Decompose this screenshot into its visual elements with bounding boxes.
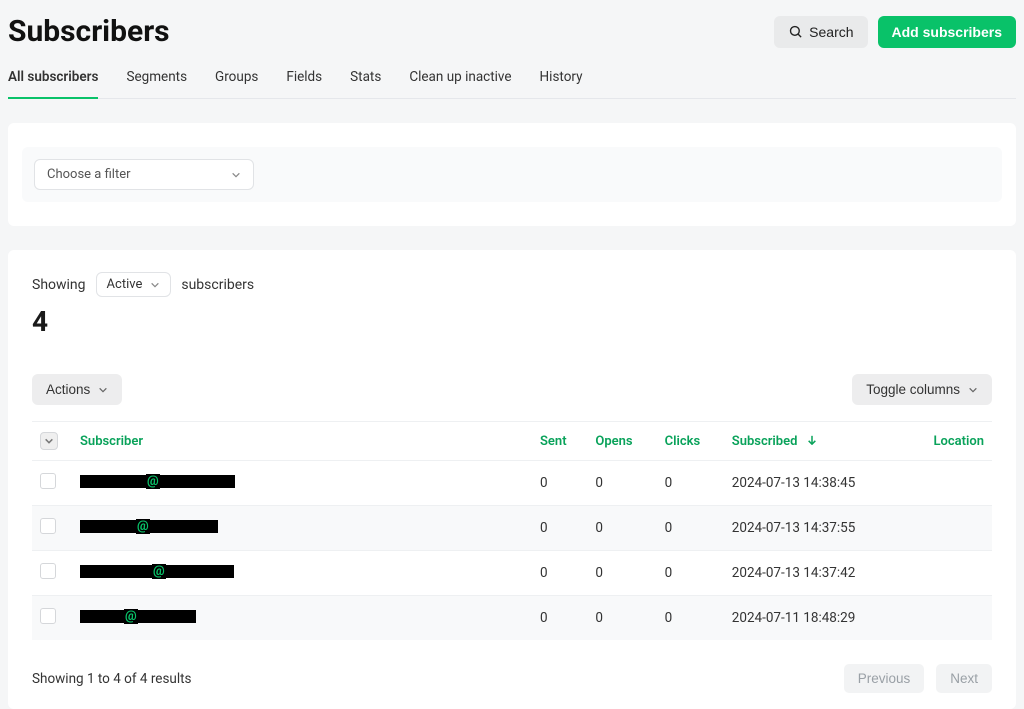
tabs-nav: All subscribers Segments Groups Fields Stats… — [8, 59, 1016, 99]
opens-cell: 0 — [587, 461, 656, 506]
page-title: Subscribers — [8, 14, 170, 49]
status-select[interactable]: Active — [96, 272, 172, 297]
toggle-columns-label: Toggle columns — [866, 382, 960, 397]
filter-card: Choose a filter — [8, 123, 1016, 226]
table-row: @0002024-07-13 14:37:42 — [32, 551, 992, 596]
chevron-down-icon — [231, 170, 241, 180]
location-cell — [905, 461, 992, 506]
redacted-domain-part — [150, 520, 218, 533]
col-clicks[interactable]: Clicks — [657, 422, 724, 461]
sent-cell: 0 — [532, 461, 587, 506]
tab-history[interactable]: History — [540, 59, 583, 99]
chevron-down-icon — [968, 385, 978, 395]
select-all-checkbox[interactable] — [40, 432, 58, 450]
chevron-down-icon — [44, 436, 54, 446]
col-opens[interactable]: Opens — [587, 422, 656, 461]
sent-cell: 0 — [532, 596, 587, 641]
subscribed-cell: 2024-07-11 18:48:29 — [724, 596, 906, 641]
subscriber-cell[interactable]: @ — [72, 551, 532, 596]
opens-cell: 0 — [587, 506, 656, 551]
redacted-domain-part — [160, 475, 235, 488]
add-subscribers-button[interactable]: Add subscribers — [878, 16, 1016, 48]
redacted-local-part — [80, 520, 136, 533]
at-symbol: @ — [146, 474, 160, 489]
header-actions: Search Add subscribers — [774, 16, 1016, 48]
subscribers-table: Subscriber Sent Opens Clicks Subscribed … — [32, 421, 992, 640]
toggle-columns-button[interactable]: Toggle columns — [852, 374, 992, 405]
showing-suffix: subscribers — [181, 277, 254, 293]
subscribed-cell: 2024-07-13 14:38:45 — [724, 461, 906, 506]
col-location[interactable]: Location — [905, 422, 992, 461]
sent-cell: 0 — [532, 551, 587, 596]
actions-label: Actions — [46, 382, 90, 397]
tab-clean-up-inactive[interactable]: Clean up inactive — [409, 59, 511, 99]
table-row: @0002024-07-11 18:48:29 — [32, 596, 992, 641]
redacted-local-part — [80, 610, 124, 623]
tab-all-subscribers[interactable]: All subscribers — [8, 59, 98, 99]
row-checkbox[interactable] — [40, 608, 56, 624]
pager: Previous Next — [844, 664, 992, 693]
at-symbol: @ — [152, 564, 166, 579]
tab-stats[interactable]: Stats — [350, 59, 381, 99]
sent-cell: 0 — [532, 506, 587, 551]
filter-placeholder: Choose a filter — [47, 167, 131, 182]
redacted-local-part — [80, 565, 152, 578]
results-text: Showing 1 to 4 of 4 results — [32, 671, 192, 687]
table-row: @0002024-07-13 14:37:55 — [32, 506, 992, 551]
subscriber-count: 4 — [32, 305, 992, 338]
location-cell — [905, 596, 992, 641]
search-icon — [788, 24, 803, 39]
sort-desc-icon — [807, 434, 817, 449]
search-button-label: Search — [809, 24, 853, 40]
table-row: @0002024-07-13 14:38:45 — [32, 461, 992, 506]
chevron-down-icon — [98, 385, 108, 395]
row-checkbox[interactable] — [40, 473, 56, 489]
tab-groups[interactable]: Groups — [215, 59, 258, 99]
showing-prefix: Showing — [32, 277, 86, 293]
subscribed-cell: 2024-07-13 14:37:42 — [724, 551, 906, 596]
location-cell — [905, 506, 992, 551]
at-symbol: @ — [124, 609, 138, 624]
row-checkbox[interactable] — [40, 563, 56, 579]
actions-button[interactable]: Actions — [32, 374, 122, 405]
redacted-domain-part — [166, 565, 234, 578]
filter-inner: Choose a filter — [22, 147, 1002, 202]
chevron-down-icon — [150, 280, 160, 290]
tab-segments[interactable]: Segments — [126, 59, 187, 99]
opens-cell: 0 — [587, 551, 656, 596]
clicks-cell: 0 — [657, 596, 724, 641]
next-button[interactable]: Next — [936, 664, 992, 693]
col-subscribed-label: Subscribed — [732, 434, 798, 449]
redacted-local-part — [80, 475, 146, 488]
col-sent[interactable]: Sent — [532, 422, 587, 461]
row-checkbox[interactable] — [40, 518, 56, 534]
clicks-cell: 0 — [657, 506, 724, 551]
filter-select[interactable]: Choose a filter — [34, 159, 254, 190]
opens-cell: 0 — [587, 596, 656, 641]
tab-fields[interactable]: Fields — [286, 59, 322, 99]
subscriber-cell[interactable]: @ — [72, 506, 532, 551]
subscriber-cell[interactable]: @ — [72, 461, 532, 506]
subscribers-card: Showing Active subscribers 4 Actions Tog… — [8, 250, 1016, 709]
search-button[interactable]: Search — [774, 16, 867, 48]
status-value: Active — [107, 277, 143, 292]
at-symbol: @ — [136, 519, 150, 534]
subscribed-cell: 2024-07-13 14:37:55 — [724, 506, 906, 551]
clicks-cell: 0 — [657, 551, 724, 596]
add-subscribers-label: Add subscribers — [892, 24, 1002, 40]
location-cell — [905, 551, 992, 596]
clicks-cell: 0 — [657, 461, 724, 506]
col-subscriber[interactable]: Subscriber — [72, 422, 532, 461]
subscriber-cell[interactable]: @ — [72, 596, 532, 641]
redacted-domain-part — [138, 610, 196, 623]
prev-button[interactable]: Previous — [844, 664, 925, 693]
col-subscribed[interactable]: Subscribed — [724, 422, 906, 461]
